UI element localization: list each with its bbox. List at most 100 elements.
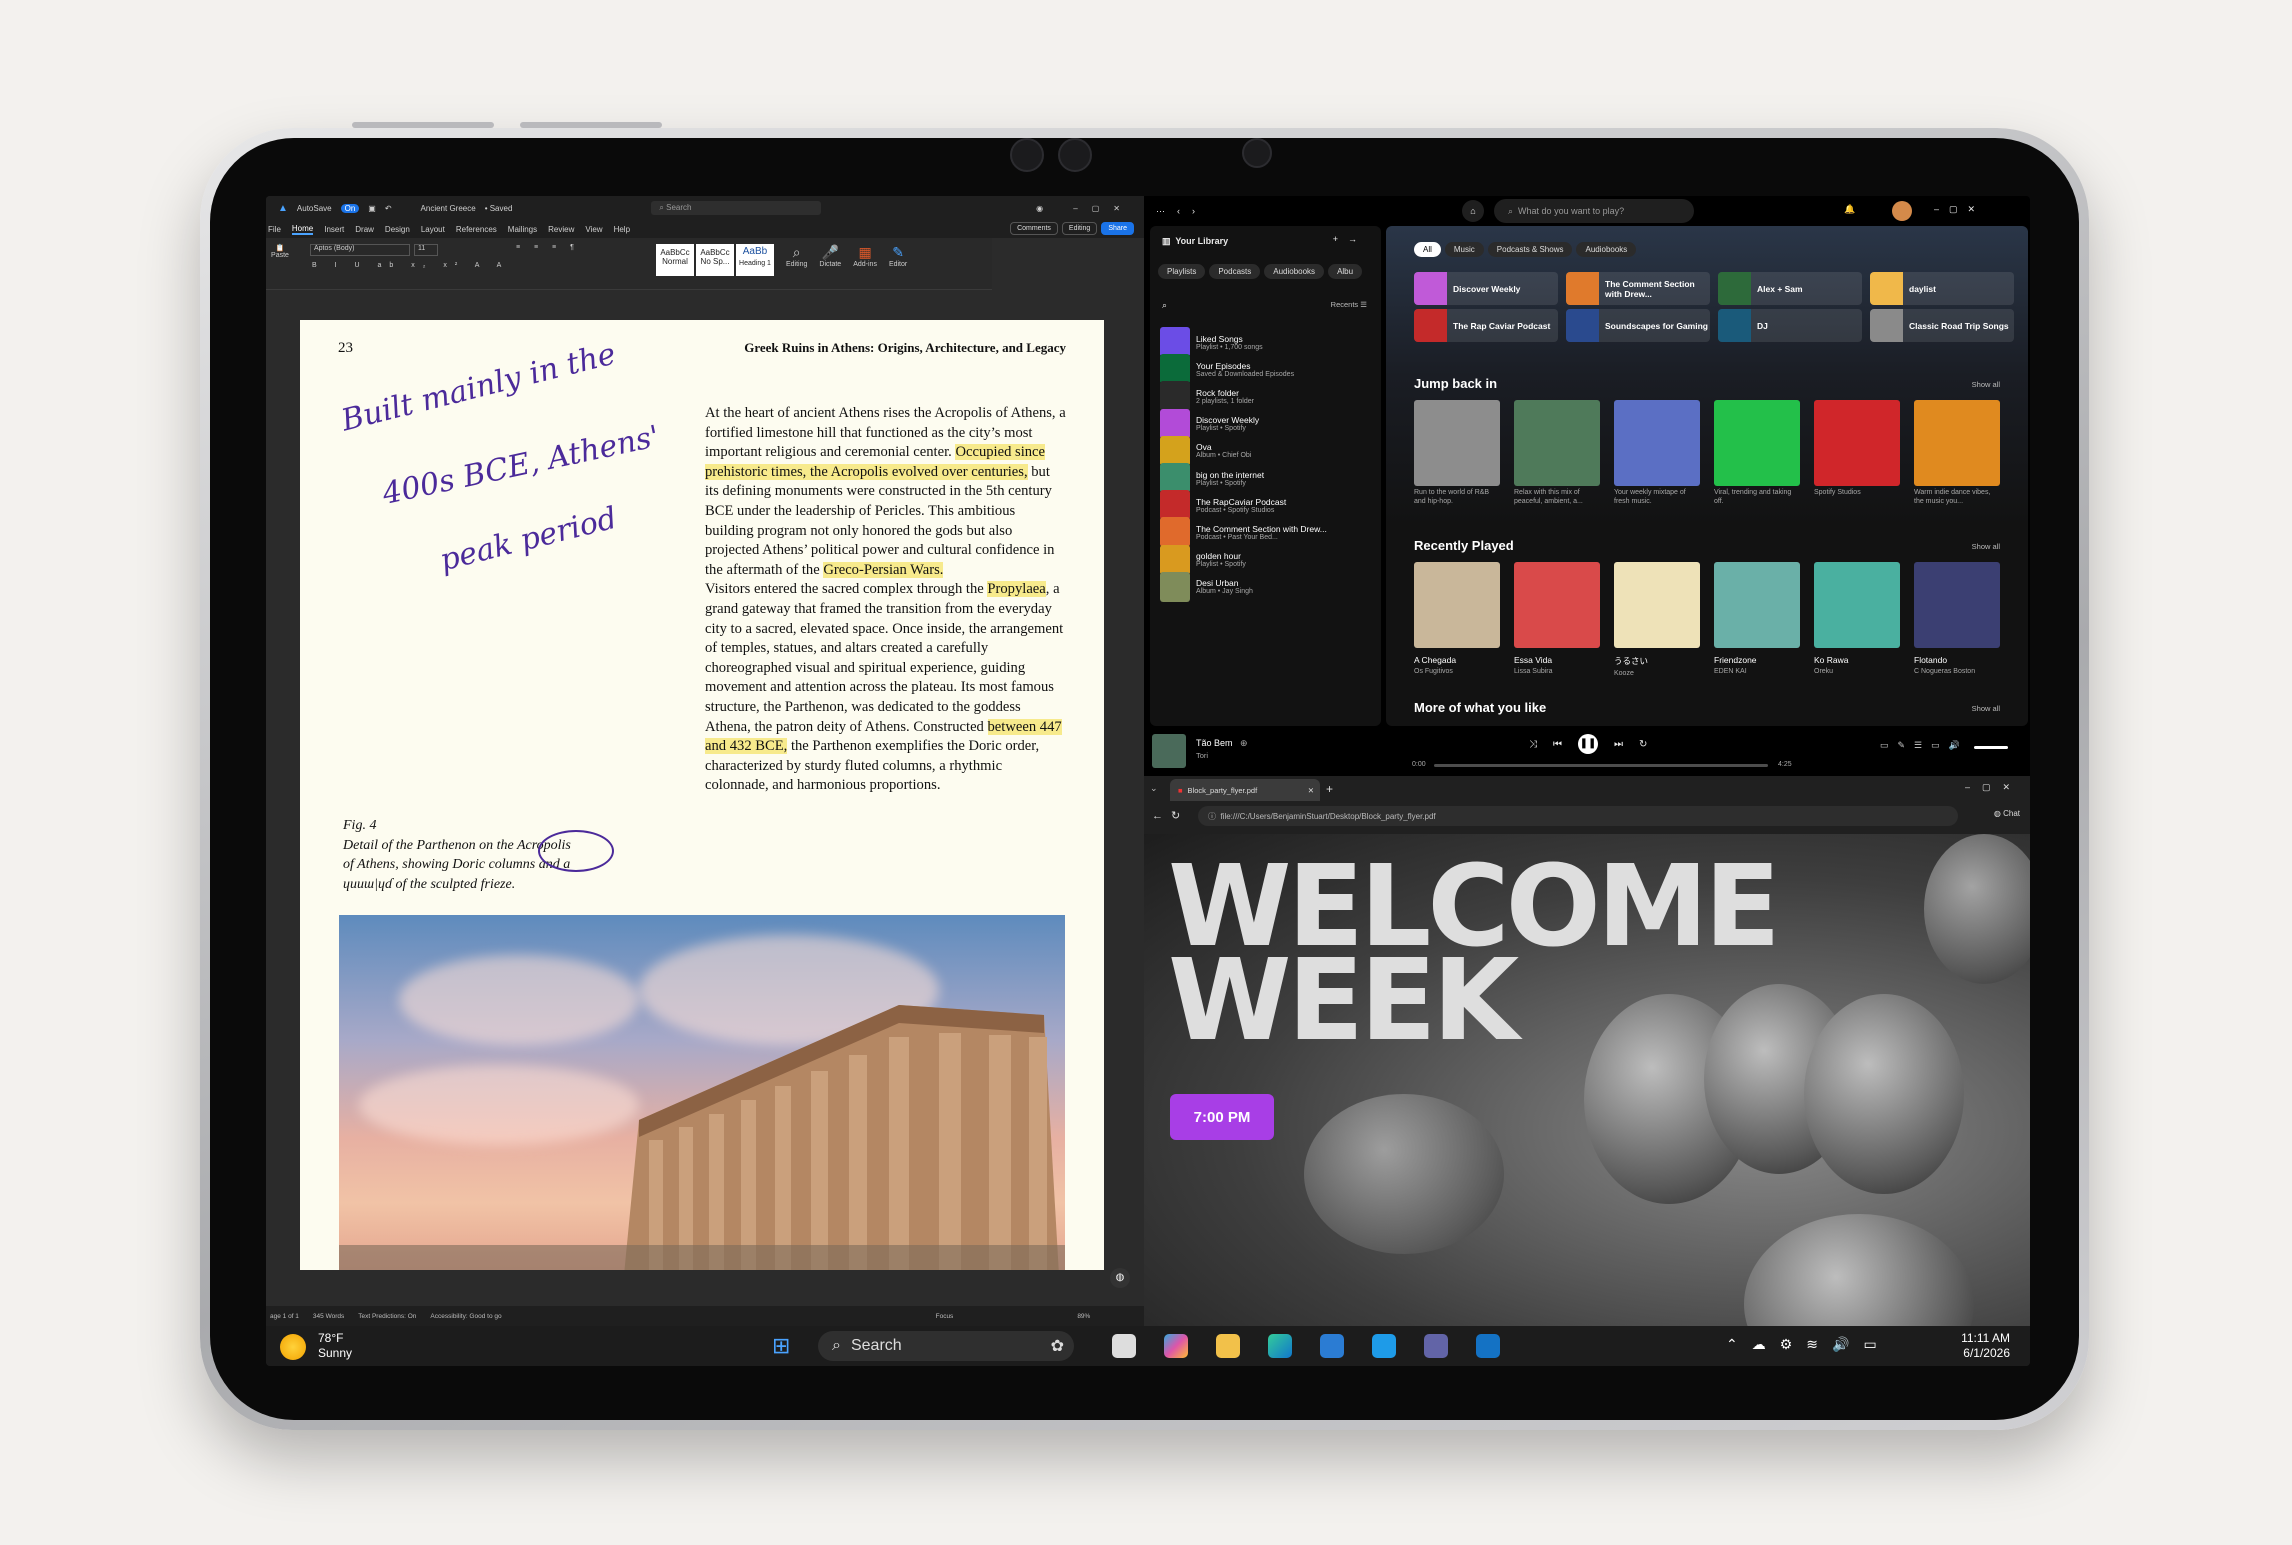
ink-annotation[interactable]: Built mainly in the 400s BCE, Athens' pe… bbox=[338, 337, 678, 670]
media-card[interactable]: Your weekly mixtape of fresh music. bbox=[1614, 400, 1700, 506]
tab-design[interactable]: Design bbox=[385, 225, 410, 234]
jump-back-title[interactable]: Jump back in bbox=[1414, 376, 1497, 391]
save-icon[interactable]: ▣ bbox=[368, 204, 376, 213]
chip-audiobooks[interactable]: Audiobooks bbox=[1264, 264, 1325, 279]
tab-help[interactable]: Help bbox=[614, 225, 630, 234]
nav-buttons[interactable]: ←↻ bbox=[1152, 809, 1188, 822]
paste-button[interactable]: 📋 Paste bbox=[270, 244, 290, 259]
tab-file[interactable]: File bbox=[268, 225, 281, 234]
more-like-title[interactable]: More of what you like bbox=[1414, 700, 1546, 715]
zoom-level[interactable]: 89% bbox=[1077, 1313, 1090, 1320]
library-search-icon[interactable]: ⌕ bbox=[1162, 300, 1167, 311]
now-playing-art[interactable] bbox=[1152, 734, 1186, 768]
menu-icon[interactable]: ⋯ bbox=[1156, 206, 1165, 217]
player-extras[interactable]: ▭✎☰▭🔊 bbox=[1880, 740, 1969, 751]
shortcut-card[interactable]: Alex + Sam bbox=[1718, 272, 1862, 305]
volume-slider[interactable] bbox=[1974, 746, 2008, 749]
document-page[interactable]: 23 Greek Ruins in Athens: Origins, Archi… bbox=[300, 320, 1104, 1270]
media-card[interactable]: Friendzone EDEN KAI bbox=[1714, 562, 1800, 676]
word-search[interactable]: ⌕ Search bbox=[651, 201, 822, 215]
edge-icon[interactable] bbox=[1268, 1334, 1292, 1358]
window-controls[interactable]: ◉ –▢✕ bbox=[1036, 204, 1134, 213]
show-all-link[interactable]: Show all bbox=[1972, 542, 2000, 551]
focus-button[interactable]: Focus bbox=[936, 1313, 954, 1320]
system-tray[interactable]: ⌃☁⚙≋🔊▭ bbox=[1726, 1336, 1891, 1353]
text-predictions[interactable]: Text Predictions: On bbox=[358, 1313, 416, 1320]
window-controls[interactable]: –▢✕ bbox=[1965, 782, 2022, 793]
tab-actions-icon[interactable]: ⌄ bbox=[1150, 783, 1158, 794]
clock[interactable]: 11:11 AM 6/1/2026 bbox=[1961, 1331, 2010, 1361]
shortcut-card[interactable]: Soundscapes for Gaming bbox=[1566, 309, 1710, 342]
folder-icon[interactable] bbox=[1216, 1334, 1240, 1358]
shortcut-card[interactable]: daylist bbox=[1870, 272, 2014, 305]
next-icon[interactable]: ⏭ bbox=[1614, 739, 1623, 750]
shortcut-card[interactable]: Classic Road Trip Songs bbox=[1870, 309, 2014, 342]
close-tab-icon[interactable]: ✕ bbox=[1308, 786, 1314, 795]
app-icon[interactable] bbox=[1372, 1334, 1396, 1358]
media-card[interactable]: Flotando C Nogueras Boston bbox=[1914, 562, 2000, 676]
chip-albums[interactable]: Albu bbox=[1328, 264, 1363, 279]
teams-icon[interactable] bbox=[1424, 1334, 1448, 1358]
copilot-icon[interactable]: ◍ bbox=[1110, 1268, 1130, 1288]
weather-widget[interactable]: 78°F Sunny bbox=[318, 1331, 352, 1361]
tab-insert[interactable]: Insert bbox=[324, 225, 344, 234]
bell-icon[interactable]: 🔔 bbox=[1844, 204, 1855, 215]
address-bar[interactable]: ⓘ file:///C:/Users/BenjaminStuart/Deskto… bbox=[1198, 806, 1958, 826]
shortcut-card[interactable]: Discover Weekly bbox=[1414, 272, 1558, 305]
shortcut-card[interactable]: DJ bbox=[1718, 309, 1862, 342]
filter-music[interactable]: Music bbox=[1444, 242, 1484, 257]
style-no-spacing[interactable]: AaBbCc No Sp... bbox=[696, 244, 734, 276]
style-heading1[interactable]: AaBb Heading 1 bbox=[736, 244, 774, 276]
pdf-tab[interactable]: ■ Block_party_flyer.pdf ✕ bbox=[1170, 779, 1320, 801]
media-card[interactable]: Relax with this mix of peaceful, ambient… bbox=[1514, 400, 1600, 506]
media-card[interactable]: Essa Vida Lissa Subira bbox=[1514, 562, 1600, 676]
add-icon[interactable]: ⊕ bbox=[1240, 738, 1248, 749]
autosave-toggle[interactable]: On bbox=[340, 203, 360, 213]
start-icon[interactable]: ⊞ bbox=[772, 1334, 796, 1358]
home-icon[interactable]: ⌂ bbox=[1462, 200, 1484, 222]
media-card[interactable]: うるさい Kooze bbox=[1614, 562, 1700, 678]
show-all-link[interactable]: Show all bbox=[1972, 704, 2000, 713]
font-name-select[interactable]: Aptos (Body) bbox=[310, 244, 410, 256]
editing-group[interactable]: ⌕ Editing bbox=[786, 244, 807, 268]
library-actions[interactable]: +→ bbox=[1333, 234, 1367, 244]
track-title[interactable]: Tão Bem bbox=[1196, 738, 1233, 748]
accessibility-status[interactable]: Accessibility: Good to go bbox=[430, 1313, 501, 1320]
back-icon[interactable]: ‹ bbox=[1177, 206, 1180, 216]
previous-icon[interactable]: ⏮ bbox=[1553, 739, 1562, 750]
style-normal[interactable]: AaBbCc Normal bbox=[656, 244, 694, 276]
track-artist[interactable]: Tori bbox=[1196, 751, 1208, 760]
paragraph-buttons[interactable]: ≡ ≡ ≡ ¶ bbox=[516, 244, 580, 251]
dictate-button[interactable]: 🎤 Dictate bbox=[819, 244, 841, 268]
tab-review[interactable]: Review bbox=[548, 225, 574, 234]
filter-all[interactable]: All bbox=[1414, 242, 1441, 257]
tab-home[interactable]: Home bbox=[291, 224, 314, 235]
filter-podcasts[interactable]: Podcasts & Shows bbox=[1487, 242, 1573, 257]
shortcut-card[interactable]: The Comment Section with Drew... bbox=[1566, 272, 1710, 305]
media-card[interactable]: Warm indie dance vibes, the music you... bbox=[1914, 400, 2000, 506]
recents-sort[interactable]: Recents ☰ bbox=[1331, 300, 1367, 309]
task-view-icon[interactable] bbox=[1112, 1334, 1136, 1358]
shortcut-card[interactable]: The Rap Caviar Podcast bbox=[1414, 309, 1558, 342]
media-card[interactable]: A Chegada Os Fugitivos bbox=[1414, 562, 1500, 676]
recently-played-title[interactable]: Recently Played bbox=[1414, 538, 1514, 553]
pdf-flyer[interactable]: WELCOME WEEK 7:00 PM bbox=[1144, 834, 2030, 1326]
library-item[interactable]: Desi Urban Album • Jay Singh bbox=[1160, 569, 1370, 605]
comments-button[interactable]: Comments bbox=[1010, 222, 1058, 235]
tab-references[interactable]: References bbox=[456, 225, 497, 234]
tab-layout[interactable]: Layout bbox=[421, 225, 445, 234]
font-size-select[interactable]: 11 bbox=[414, 244, 438, 256]
share-button[interactable]: Share bbox=[1101, 222, 1134, 235]
media-card[interactable]: Spotify Studios bbox=[1814, 400, 1900, 497]
filter-audiobooks[interactable]: Audiobooks bbox=[1576, 242, 1637, 257]
repeat-icon[interactable]: ↻ bbox=[1639, 739, 1647, 750]
editing-button[interactable]: Editing bbox=[1061, 222, 1098, 235]
spotify-search[interactable]: ⌕ What do you want to play? bbox=[1494, 199, 1694, 223]
shuffle-icon[interactable]: ⤨ bbox=[1529, 739, 1537, 750]
show-all-link[interactable]: Show all bbox=[1972, 380, 2000, 389]
sun-icon[interactable] bbox=[280, 1334, 306, 1360]
library-title[interactable]: ▥ Your Library bbox=[1162, 236, 1228, 247]
progress-bar[interactable] bbox=[1434, 764, 1768, 767]
undo-icon[interactable]: ↶ bbox=[385, 204, 392, 213]
addins-button[interactable]: ▦ Add-ins bbox=[853, 244, 877, 268]
